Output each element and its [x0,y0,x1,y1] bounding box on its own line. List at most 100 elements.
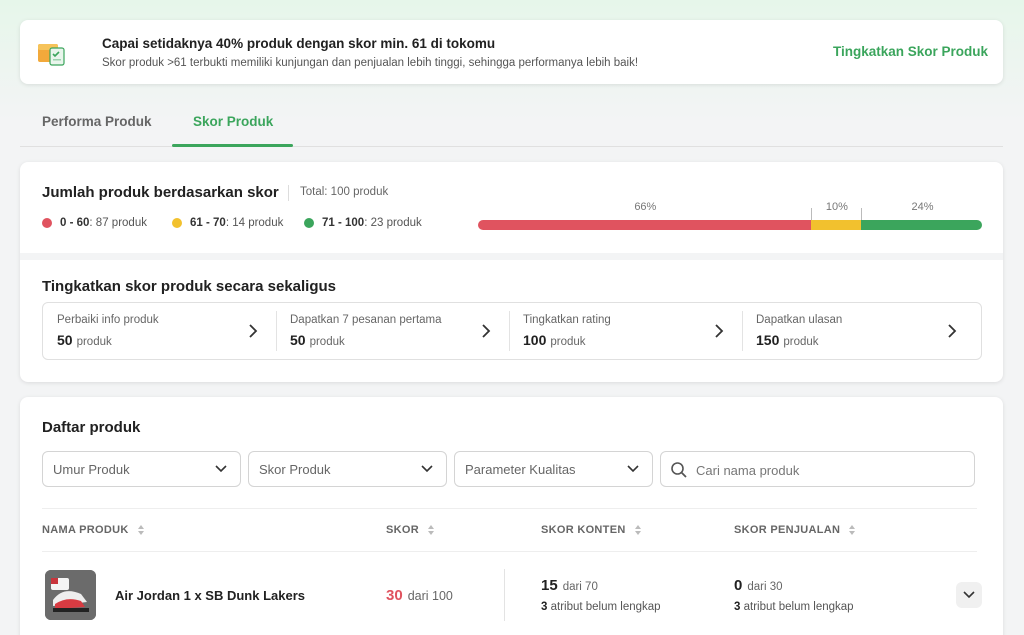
column-label: SKOR KONTEN [541,524,626,536]
search-input[interactable] [696,460,966,480]
content-score-value: 15 [541,577,558,594]
expand-row-button[interactable] [956,582,982,608]
content-missing-text: atribut belum lengkap [547,601,661,613]
legend-dot-yellow [172,218,182,228]
tab-skor-produk[interactable]: Skor Produk [193,114,273,129]
row-divider [504,569,505,621]
legend-range: 61 - 70 [190,217,226,229]
chevron-right-icon [948,324,957,338]
action-get-reviews[interactable]: Dapatkan ulasan 150 produk [742,303,975,359]
product-search [660,451,975,487]
section-separator [20,253,1003,260]
action-value-wrap: 100 produk [523,332,586,348]
active-tab-indicator [172,144,293,147]
action-improve-rating[interactable]: Tingkatkan rating 100 produk [509,303,742,359]
column-header-sales-score[interactable]: SKOR PENJUALAN [734,524,856,536]
action-value: 50 [57,332,73,348]
legend-dot-red [42,218,52,228]
action-fix-info[interactable]: Perbaiki info produk 50 produk [43,303,276,359]
chevron-down-icon [627,465,639,473]
title-divider [288,185,289,201]
chevron-right-icon [249,324,258,338]
action-first-orders[interactable]: Dapatkan 7 pesanan pertama 50 produk [276,303,509,359]
product-score: 30 dari 100 [386,587,453,604]
action-value: 100 [523,332,547,348]
column-header-content-score[interactable]: SKOR KONTEN [541,524,642,536]
product-list-title: Daftar produk [42,419,141,436]
column-label: NAMA PRODUK [42,524,129,536]
product-thumbnail[interactable] [45,570,96,620]
product-name[interactable]: Air Jordan 1 x SB Dunk Lakers [115,588,305,603]
score-distribution-bar [478,220,982,230]
column-header-name[interactable]: NAMA PRODUK [42,524,145,536]
legend-range: 0 - 60 [60,217,90,229]
content-missing: 3 atribut belum lengkap [541,601,661,613]
chevron-down-icon [963,591,975,599]
filter-quality-parameter[interactable]: Parameter Kualitas [454,451,653,487]
tab-bar: Performa Produk Skor Produk [20,100,1003,147]
legend-item-low: 0 - 60 : 87 produk [42,217,147,229]
sales-missing-text: atribut belum lengkap [740,601,854,613]
column-label: SKOR PENJUALAN [734,524,841,536]
table-header-divider [42,551,977,552]
action-unit: produk [783,336,819,348]
action-value-wrap: 50 produk [290,332,345,348]
action-unit: produk [550,336,586,348]
score-max: dari 100 [407,589,453,603]
bar-percent-label: 10% [825,201,848,213]
bar-segment [478,220,811,230]
score-value: 30 [386,587,403,604]
improve-score-link[interactable]: Tingkatkan Skor Produk [833,44,988,59]
sort-icon [427,525,434,535]
action-value-wrap: 50 produk [57,332,112,348]
action-value: 150 [756,332,780,348]
chevron-right-icon [482,324,491,338]
content-score: 15 dari 70 [541,577,598,594]
sales-score-value: 0 [734,577,743,594]
bar-segment [861,220,982,230]
action-unit: produk [309,336,345,348]
banner-title: Capai setidaknya 40% produk dengan skor … [102,36,496,51]
action-label: Tingkatkan rating [523,314,611,326]
legend-count: : 23 produk [364,217,422,229]
score-box-icon [36,38,68,68]
filter-product-score[interactable]: Skor Produk [248,451,447,487]
sort-icon [634,525,641,535]
total-products: Total: 100 produk [300,186,389,198]
chevron-right-icon [715,324,724,338]
score-summary-title: Jumlah produk berdasarkan skor [42,184,279,201]
legend-range: 71 - 100 [322,217,365,229]
action-label: Perbaiki info produk [57,314,159,326]
sort-icon [137,525,144,535]
sales-score: 0 dari 30 [734,577,783,594]
bar-percent-label: 66% [634,201,657,213]
filter-label: Skor Produk [259,462,331,477]
table-top-divider [42,508,977,509]
content-score-max: dari 70 [562,581,598,593]
sales-score-max: dari 30 [747,581,783,593]
column-header-score[interactable]: SKOR [386,524,435,536]
filter-label: Umur Produk [53,462,130,477]
filter-product-age[interactable]: Umur Produk [42,451,241,487]
score-banner: Capai setidaknya 40% produk dengan skor … [20,20,1003,84]
product-list-card: Daftar produk Umur Produk Skor Produk Pa… [20,397,1003,635]
action-label: Dapatkan ulasan [756,314,843,326]
chevron-down-icon [215,465,227,473]
chevron-down-icon [421,465,433,473]
bulk-actions: Perbaiki info produk 50 produk Dapatkan 7… [42,302,982,360]
bar-segment [810,220,862,230]
banner-subtitle: Skor produk >61 terbukti memiliki kunjun… [102,57,639,69]
filter-label: Parameter Kualitas [465,462,576,477]
action-label: Dapatkan 7 pesanan pertama [290,314,442,326]
action-unit: produk [76,336,112,348]
action-value: 50 [290,332,306,348]
action-value-wrap: 150 produk [756,332,819,348]
tab-performa-produk[interactable]: Performa Produk [42,114,152,129]
legend-item-high: 71 - 100 : 23 produk [304,217,422,229]
search-icon [671,462,687,478]
score-summary-card: Jumlah produk berdasarkan skor Total: 10… [20,162,1003,382]
column-label: SKOR [386,524,419,536]
bar-percent-label: 24% [911,201,934,213]
legend-count: : 14 produk [225,217,284,229]
legend-dot-green [304,218,314,228]
